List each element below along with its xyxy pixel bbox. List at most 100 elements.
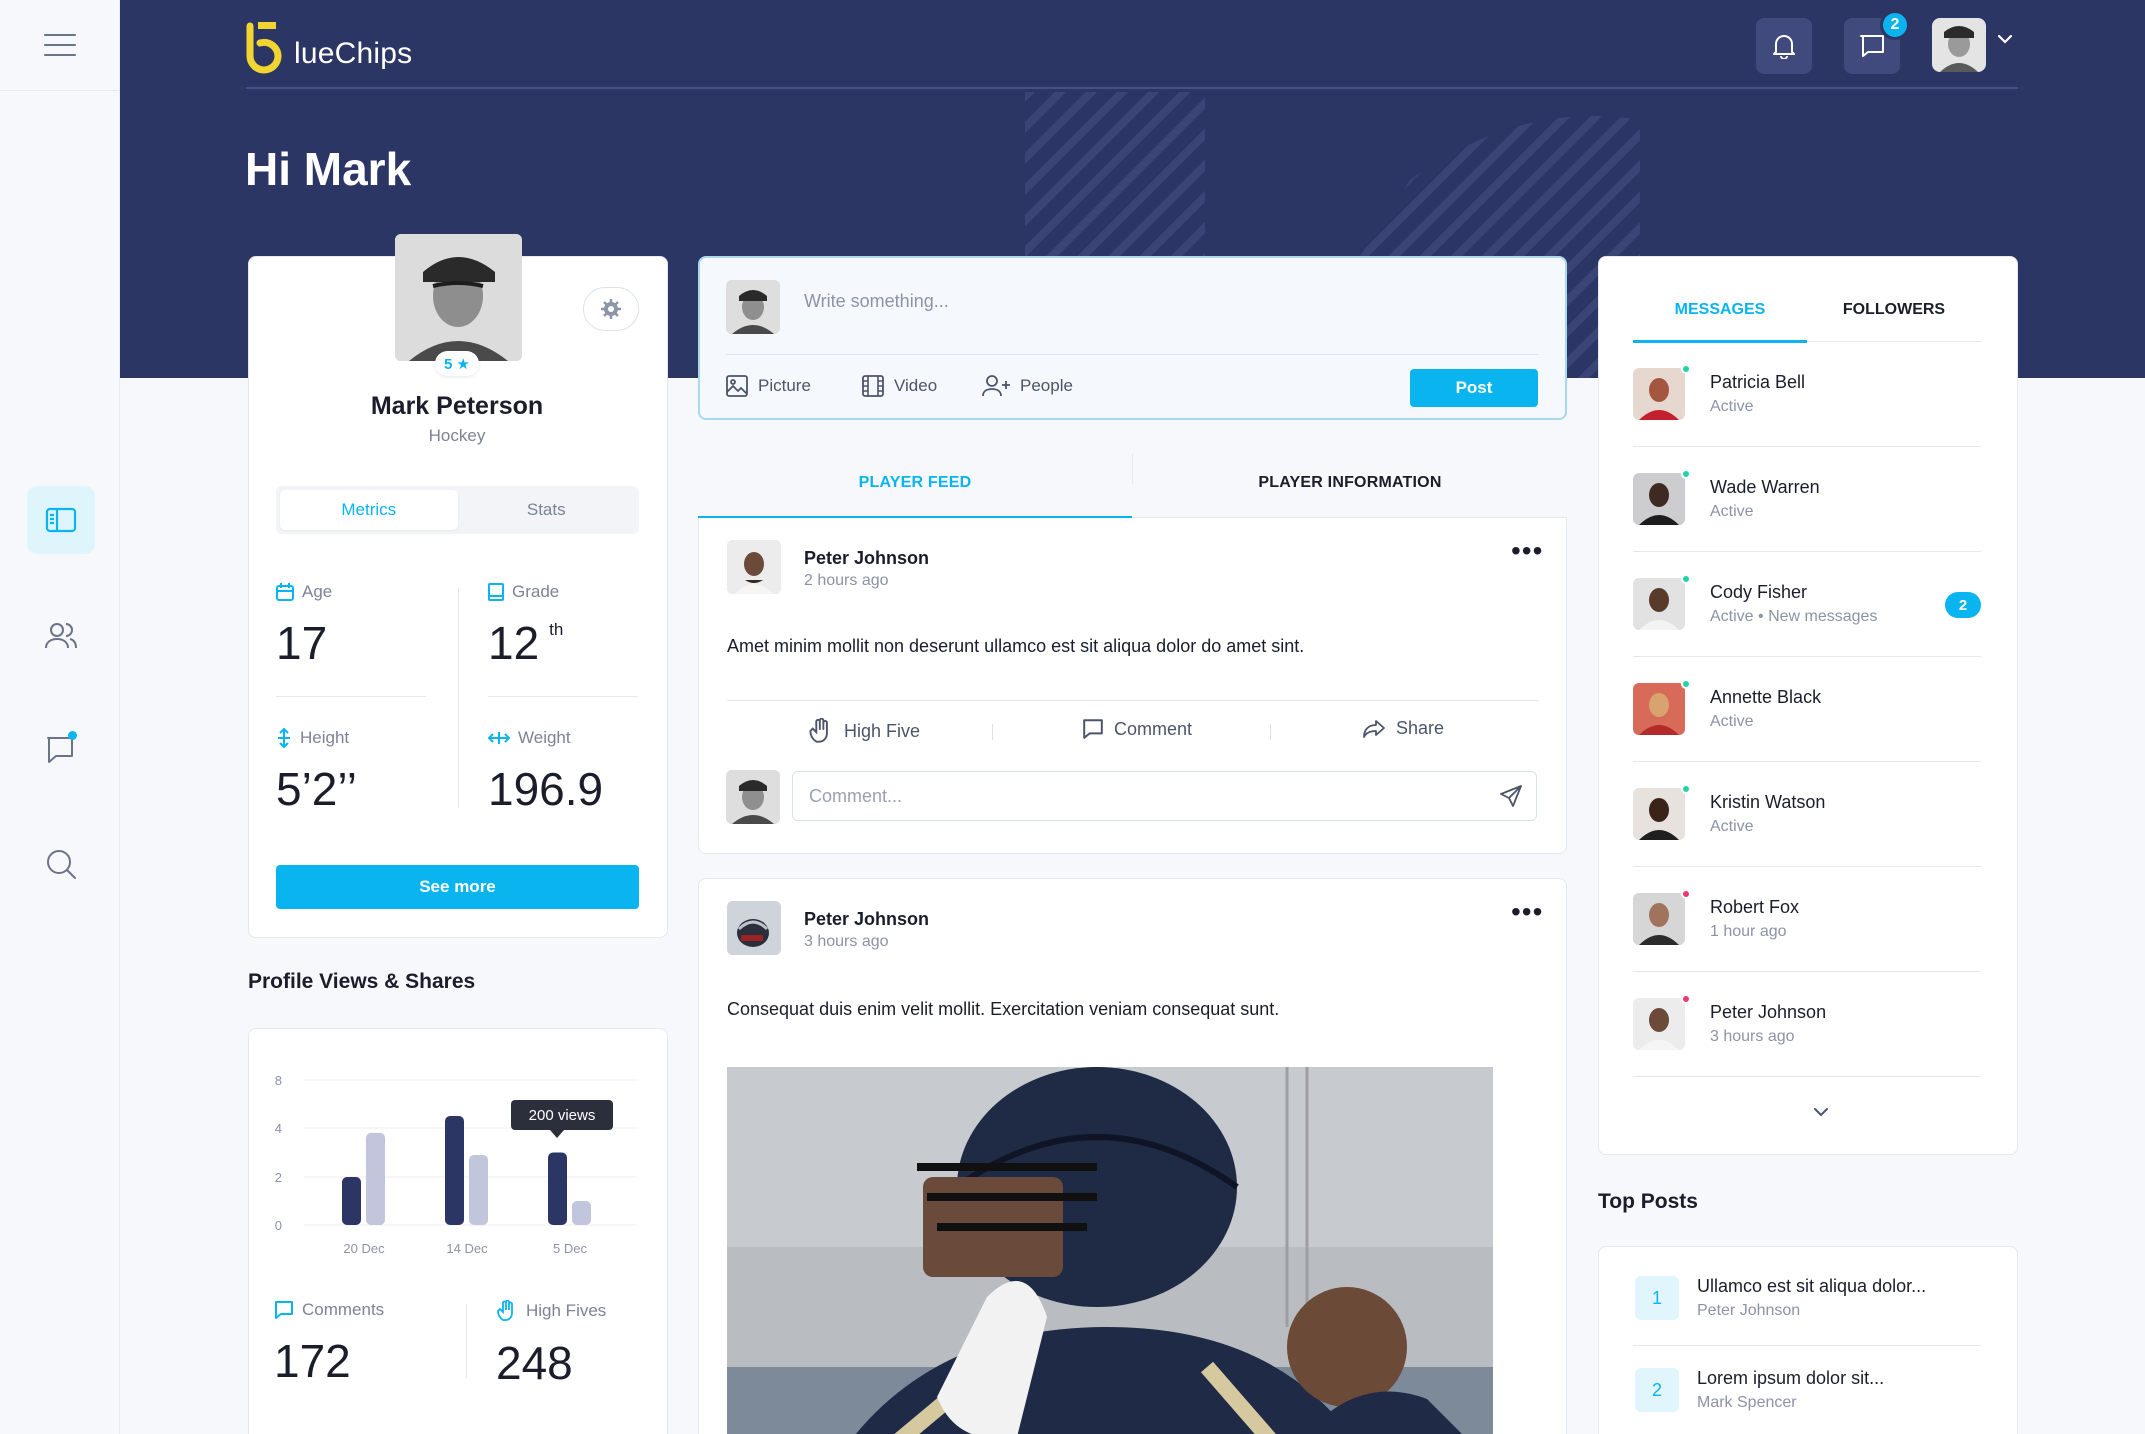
- sidebar-item-people[interactable]: [27, 602, 95, 670]
- status-dot: [1681, 994, 1691, 1004]
- image-icon: [726, 375, 748, 397]
- message-icon: [1860, 35, 1884, 57]
- high-five-icon: [497, 1300, 513, 1321]
- stats-divider: [466, 1304, 467, 1378]
- bar-series-1[interactable]: [342, 1177, 361, 1225]
- tab-player-feed[interactable]: PLAYER FEED: [698, 448, 1132, 519]
- tag-people-label: People: [1020, 376, 1073, 395]
- contact-avatar-photo: [1633, 998, 1685, 1050]
- y-tick-label: 2: [275, 1170, 282, 1185]
- sidebar-item-dashboard[interactable]: [27, 486, 95, 554]
- bell-icon: [1773, 35, 1795, 59]
- profile-sport: Hockey: [428, 426, 486, 445]
- share-button[interactable]: Share: [1362, 718, 1444, 739]
- post-body: Amet minim mollit non deserunt ullamco e…: [727, 636, 1305, 656]
- messages-button[interactable]: 2: [1844, 10, 1910, 74]
- top-post-item[interactable]: 1 Ullamco est sit aliqua dolor... Peter …: [1633, 1252, 1981, 1344]
- comment-icon: [275, 1301, 293, 1319]
- settings-button[interactable]: [583, 287, 639, 331]
- notifications-button[interactable]: [1756, 18, 1812, 74]
- top-post-item[interactable]: 2 Lorem ipsum dolor sit... Mark Spencer: [1633, 1344, 1981, 1434]
- y-tick-label: 0: [275, 1218, 282, 1233]
- height-icon: [278, 728, 290, 748]
- top-post-author: Peter Johnson: [1697, 1302, 1801, 1319]
- chevron-down-icon[interactable]: [1812, 1105, 1830, 1119]
- contact-name: Cody Fisher: [1710, 582, 1808, 602]
- app-logo[interactable]: lueChips: [246, 18, 412, 74]
- tab-metrics[interactable]: Metrics: [280, 490, 458, 530]
- status-dot: [1681, 364, 1691, 374]
- metric-grade-value: 12 th: [488, 616, 563, 670]
- comments-value: 172: [274, 1335, 351, 1387]
- metric-height-value: 5’2’’: [276, 763, 357, 815]
- contact-avatar-photo: [1633, 683, 1685, 735]
- tab-messages[interactable]: MESSAGES: [1633, 278, 1807, 343]
- contact-item[interactable]: Cody Fisher Active • New messages 2: [1633, 552, 1981, 657]
- contact-avatar: [1633, 473, 1685, 525]
- rating-badge: 5 ★: [435, 351, 479, 376]
- sidebar-item-search[interactable]: [27, 830, 95, 898]
- metric-age: Age 17: [276, 582, 332, 670]
- comments-label: Comments: [302, 1300, 385, 1319]
- post-card: Peter Johnson 3 hours ago ••• Consequat …: [698, 878, 1567, 1434]
- post-image[interactable]: [727, 1067, 1493, 1434]
- high-five-icon: [809, 718, 828, 743]
- search-icon: [47, 850, 76, 879]
- high-five-button[interactable]: High Five: [808, 718, 920, 744]
- status-dot: [1681, 679, 1691, 689]
- chevron-down-icon[interactable]: [1996, 32, 2014, 46]
- post-menu-button[interactable]: •••: [1511, 537, 1543, 565]
- comment-avatar-photo: [726, 770, 780, 824]
- metric-weight-label: Weight: [518, 728, 571, 747]
- send-icon[interactable]: [1500, 785, 1522, 807]
- attach-picture-button[interactable]: Picture: [726, 375, 811, 397]
- bar-series-2[interactable]: [366, 1132, 385, 1225]
- metric-grade: Grade 12 th: [488, 582, 563, 670]
- tab-player-information[interactable]: PLAYER INFORMATION: [1133, 448, 1567, 517]
- contact-item[interactable]: Annette Black Active: [1633, 657, 1981, 762]
- contact-item[interactable]: Peter Johnson 3 hours ago: [1633, 972, 1981, 1077]
- contact-avatar: [1633, 788, 1685, 840]
- tag-people-button[interactable]: People: [982, 375, 1073, 397]
- sidebar-item-messages[interactable]: [27, 716, 95, 784]
- user-avatar[interactable]: [1932, 18, 1986, 72]
- post-author-name[interactable]: Peter Johnson: [804, 909, 929, 930]
- contact-item[interactable]: Wade Warren Active: [1633, 447, 1981, 552]
- contact-item[interactable]: Patricia Bell Active: [1633, 342, 1981, 447]
- metric-weight-value: 196.9: [488, 763, 604, 815]
- bar-series-2[interactable]: [469, 1154, 488, 1225]
- profile-photo-image: [395, 234, 522, 361]
- y-tick-label: 8: [275, 1073, 282, 1088]
- tab-followers[interactable]: FOLLOWERS: [1807, 278, 1981, 341]
- contact-name: Patricia Bell: [1710, 372, 1806, 392]
- contact-name: Annette Black: [1710, 687, 1822, 707]
- post-menu-button[interactable]: •••: [1511, 898, 1543, 926]
- unread-count-badge: 2: [1945, 592, 1981, 618]
- attach-video-button[interactable]: Video: [862, 375, 937, 397]
- comment-icon: [1083, 719, 1103, 739]
- contact-item[interactable]: Kristin Watson Active: [1633, 762, 1981, 867]
- bar-series-1[interactable]: [445, 1116, 464, 1225]
- post-author-name[interactable]: Peter Johnson: [804, 548, 929, 569]
- bar-series-2[interactable]: [572, 1201, 591, 1225]
- menu-button[interactable]: [0, 0, 120, 91]
- contact-item[interactable]: Robert Fox 1 hour ago: [1633, 867, 1981, 972]
- top-post-title: Lorem ipsum dolor sit...: [1697, 1368, 1885, 1388]
- x-tick-label: 20 Dec: [343, 1241, 385, 1256]
- comment-button[interactable]: Comment: [1082, 718, 1192, 740]
- contact-name: Peter Johnson: [1710, 1002, 1827, 1022]
- views-section-title: Profile Views & Shares: [248, 970, 476, 993]
- composer-divider: [726, 354, 1539, 355]
- comment-input[interactable]: [809, 784, 1469, 808]
- logo-mark-icon: [246, 22, 282, 74]
- post-button[interactable]: Post: [1410, 369, 1538, 407]
- calendar-icon: [276, 583, 294, 601]
- composer-input[interactable]: [804, 286, 1504, 316]
- film-icon: [862, 375, 884, 397]
- top-post-author: Mark Spencer: [1697, 1394, 1797, 1411]
- author-avatar-photo: [727, 901, 781, 955]
- post-author-avatar: [727, 540, 781, 594]
- tab-stats[interactable]: Stats: [458, 490, 636, 530]
- bar-series-1[interactable]: [548, 1152, 567, 1226]
- see-more-button[interactable]: See more: [276, 865, 639, 909]
